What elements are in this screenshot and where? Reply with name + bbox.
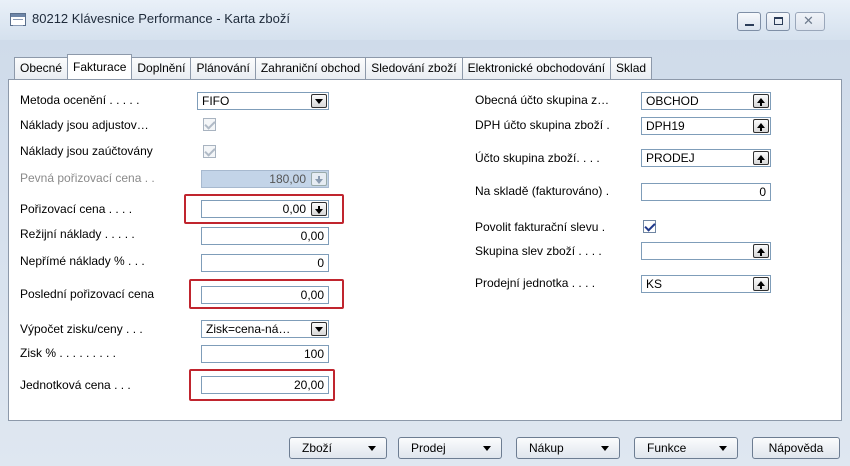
dropdown-arrow-icon xyxy=(315,327,323,332)
jednotkova-cena-label: Jednotková cena . . . xyxy=(20,378,131,392)
porizovaci-cena-highlight xyxy=(184,194,344,224)
napoveda-button[interactable]: Nápověda xyxy=(752,437,840,459)
obecna-skupina-value: OBCHOD xyxy=(646,94,699,108)
dropdown-arrow-icon xyxy=(315,99,323,104)
prodej-menu-button[interactable]: Prodej xyxy=(398,437,502,459)
minimize-icon xyxy=(745,24,754,26)
neprime-naklady-label: Nepřímé náklady % . . . xyxy=(20,254,145,268)
prodejni-jednotka-label: Prodejní jednotka . . . . xyxy=(475,276,596,290)
ucto-skupina-field[interactable]: PRODEJ xyxy=(641,149,771,167)
napoveda-button-label: Nápověda xyxy=(768,441,824,455)
pevna-cena-field: 180,00 xyxy=(201,170,329,188)
drilldown-arrow-icon xyxy=(315,176,323,184)
neprime-naklady-field[interactable]: 0 xyxy=(201,254,329,272)
zbozi-button-label: Zboží xyxy=(302,441,333,455)
pevna-cena-value: 180,00 xyxy=(269,172,306,186)
obecna-skupina-field[interactable]: OBCHOD xyxy=(641,92,771,110)
chevron-down-icon xyxy=(601,446,609,451)
tab-elektronicke-obchodovani[interactable]: Elektronické obchodování xyxy=(461,57,612,79)
dph-skupina-lookup-button[interactable] xyxy=(753,119,769,133)
maximize-button[interactable] xyxy=(766,12,790,31)
naklady-adjustov-label: Náklady jsou adjustov… xyxy=(20,118,149,132)
rezijni-naklady-field[interactable]: 0,00 xyxy=(201,227,329,245)
vypocet-zisku-select[interactable]: Zisk=cena-ná… xyxy=(201,320,329,338)
skupina-slev-field[interactable] xyxy=(641,242,771,260)
zbozi-menu-button[interactable]: Zboží xyxy=(289,437,387,459)
item-card-window: 80212 Klávesnice Performance - Karta zbo… xyxy=(0,0,850,466)
tab-sledovani-zbozi[interactable]: Sledování zboží xyxy=(365,57,463,79)
prodejni-jednotka-lookup-button[interactable] xyxy=(753,277,769,291)
jednotkova-cena-highlight xyxy=(189,369,335,401)
title-bar: 80212 Klávesnice Performance - Karta zbo… xyxy=(0,0,850,40)
chevron-down-icon xyxy=(368,446,376,451)
minimize-button[interactable] xyxy=(737,12,761,31)
tab-doplneni[interactable]: Doplnění xyxy=(131,57,192,79)
zisk-field[interactable]: 100 xyxy=(201,345,329,363)
prodejni-jednotka-field[interactable]: KS xyxy=(641,275,771,293)
tab-sklad[interactable]: Sklad xyxy=(610,57,653,79)
obecna-skupina-label: Obecná účto skupina z… xyxy=(475,93,610,107)
vypocet-zisku-value: Zisk=cena-ná… xyxy=(206,322,291,336)
vypocet-zisku-dropdown-button[interactable] xyxy=(311,322,327,336)
naklady-zauctovany-checkbox[interactable] xyxy=(203,145,216,158)
metoda-oceneni-label: Metoda ocenění . . . . . xyxy=(20,93,140,107)
metoda-oceneni-dropdown-button[interactable] xyxy=(311,94,327,108)
skupina-slev-label: Skupina slev zboží . . . . xyxy=(475,244,602,258)
close-icon: ✕ xyxy=(803,13,814,28)
obecna-skupina-lookup-button[interactable] xyxy=(753,94,769,108)
maximize-icon xyxy=(774,17,783,25)
lookup-arrow-icon xyxy=(757,281,765,289)
posledni-cena-label: Poslední pořizovací cena xyxy=(20,287,155,301)
nakup-button-label: Nákup xyxy=(529,441,564,455)
chevron-down-icon xyxy=(483,446,491,451)
naklady-adjustov-checkbox[interactable] xyxy=(203,118,216,131)
chevron-down-icon xyxy=(719,446,727,451)
naklady-zauctovany-label: Náklady jsou zaúčtovány xyxy=(20,144,153,158)
neprime-naklady-value: 0 xyxy=(317,256,324,270)
dph-skupina-value: DPH19 xyxy=(646,119,685,133)
pevna-cena-label: Pevná pořizovací cena . . xyxy=(20,171,155,185)
nakup-menu-button[interactable]: Nákup xyxy=(516,437,620,459)
zisk-label: Zisk % . . . . . . . . . xyxy=(20,346,117,360)
metoda-oceneni-select[interactable]: FIFO xyxy=(197,92,329,110)
lookup-arrow-icon xyxy=(757,248,765,256)
rezijni-naklady-label: Režijní náklady . . . . . xyxy=(20,227,135,241)
dph-skupina-field[interactable]: DPH19 xyxy=(641,117,771,135)
metoda-oceneni-value: FIFO xyxy=(202,94,230,108)
tab-planovani[interactable]: Plánování xyxy=(190,57,256,79)
fakturace-panel: Metoda ocenění . . . . . FIFO Náklady js… xyxy=(8,79,842,421)
funkce-menu-button[interactable]: Funkce xyxy=(634,437,738,459)
prodejni-jednotka-value: KS xyxy=(646,277,663,291)
lookup-arrow-icon xyxy=(757,123,765,131)
ucto-skupina-lookup-button[interactable] xyxy=(753,151,769,165)
window-title: 80212 Klávesnice Performance - Karta zbo… xyxy=(32,11,290,26)
pevna-cena-drilldown-button xyxy=(311,172,327,186)
porizovaci-cena-label: Pořizovací cena . . . . xyxy=(20,202,133,216)
tab-fakturace[interactable]: Fakturace xyxy=(67,54,133,79)
posledni-cena-highlight xyxy=(189,279,344,309)
tab-strip: Obecné Fakturace Doplnění Plánování Zahr… xyxy=(14,54,653,79)
na-sklade-label: Na skladě (fakturováno) . xyxy=(475,184,610,198)
tab-zahranicni-obchod[interactable]: Zahraniční obchod xyxy=(254,57,367,79)
rezijni-naklady-value: 0,00 xyxy=(300,229,324,243)
na-sklade-field[interactable]: 0 xyxy=(641,183,771,201)
ucto-skupina-value: PRODEJ xyxy=(646,151,695,165)
lookup-arrow-icon xyxy=(757,155,765,163)
povolit-slevu-label: Povolit fakturační slevu . xyxy=(475,220,606,234)
povolit-slevu-checkbox[interactable] xyxy=(643,220,656,233)
na-sklade-value: 0 xyxy=(759,185,766,199)
dph-skupina-label: DPH účto skupina zboží . xyxy=(475,118,610,132)
lookup-arrow-icon xyxy=(757,98,765,106)
funkce-button-label: Funkce xyxy=(647,441,687,455)
skupina-slev-lookup-button[interactable] xyxy=(753,244,769,258)
tab-obecne[interactable]: Obecné xyxy=(14,57,69,79)
prodej-button-label: Prodej xyxy=(411,441,446,455)
close-button[interactable]: ✕ xyxy=(795,12,825,31)
ucto-skupina-label: Účto skupina zboží. . . . xyxy=(475,151,600,165)
vypocet-zisku-label: Výpočet zisku/ceny . . . xyxy=(20,322,143,336)
zisk-value: 100 xyxy=(303,347,324,361)
form-window-icon xyxy=(10,13,26,26)
